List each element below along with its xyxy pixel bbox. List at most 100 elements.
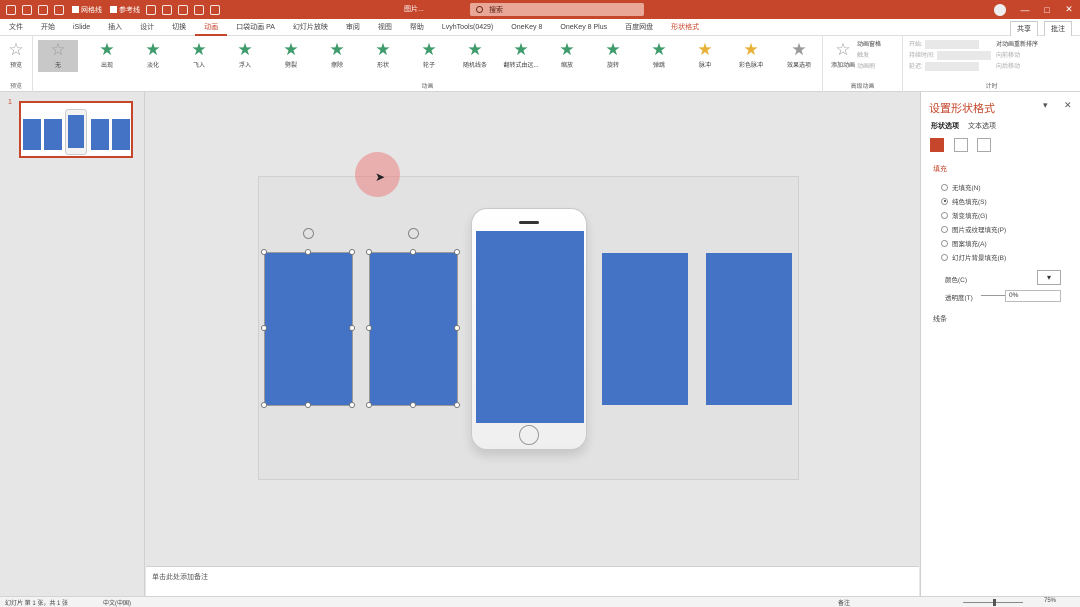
- animation-color-pulse[interactable]: ★ 彩色脉冲: [731, 40, 771, 69]
- rotate-handle-icon[interactable]: [408, 228, 419, 239]
- resize-handle[interactable]: [366, 249, 372, 255]
- tab-text-options[interactable]: 文本选项: [968, 121, 996, 131]
- duration-field[interactable]: 持续时间:: [909, 51, 991, 62]
- animation-fade[interactable]: ★ 淡化: [133, 40, 173, 69]
- animation-split[interactable]: ★ 劈裂: [271, 40, 311, 69]
- tab-view[interactable]: 视图: [369, 19, 401, 36]
- slide-canvas[interactable]: [258, 176, 799, 480]
- tab-onekey-plus[interactable]: OneKey 8 Plus: [551, 19, 616, 36]
- crop-icon[interactable]: [194, 4, 204, 15]
- zoom-slider-thumb[interactable]: [993, 599, 996, 606]
- language-indicator[interactable]: 中文(中国): [103, 598, 131, 607]
- avatar[interactable]: [994, 3, 1006, 16]
- animation-random-bars[interactable]: ★ 随机线条: [455, 40, 495, 69]
- redo-icon[interactable]: [54, 4, 64, 15]
- resize-handle[interactable]: [410, 402, 416, 408]
- resize-handle[interactable]: [305, 249, 311, 255]
- transparency-slider[interactable]: [981, 295, 1005, 296]
- animation-wheel[interactable]: ★ 轮子: [409, 40, 449, 69]
- rectangle-shape-4[interactable]: [706, 253, 792, 405]
- tab-home[interactable]: 开始: [32, 19, 64, 36]
- notes-area[interactable]: 单击此处添加备注: [146, 566, 919, 596]
- gradient-fill-radio[interactable]: 渐变填充(G): [941, 210, 987, 220]
- slide-thumbnail[interactable]: [19, 101, 133, 158]
- share-button[interactable]: 共享: [1010, 21, 1038, 37]
- animation-float-in[interactable]: ★ 浮入: [225, 40, 265, 69]
- close-icon[interactable]: ✕: [1064, 100, 1072, 111]
- resize-handle[interactable]: [261, 249, 267, 255]
- rotate-handle-icon[interactable]: [303, 228, 314, 239]
- move-later-button[interactable]: 向后移动: [996, 62, 1038, 73]
- customize-icon[interactable]: [210, 4, 220, 15]
- align-icon[interactable]: [146, 4, 156, 15]
- tab-review[interactable]: 审阅: [337, 19, 369, 36]
- fill-color-button[interactable]: ▾: [1037, 270, 1061, 285]
- resize-handle[interactable]: [349, 325, 355, 331]
- resize-handle[interactable]: [261, 325, 267, 331]
- tab-onekey[interactable]: OneKey 8: [502, 19, 551, 36]
- picture-fill-radio[interactable]: 图片或纹理填充(P): [941, 224, 1006, 234]
- tab-lvyhtools[interactable]: LvyhTools(0429): [433, 19, 502, 36]
- animation-painter-button[interactable]: 动画刷: [857, 62, 881, 73]
- maximize-button[interactable]: □: [1036, 5, 1058, 15]
- resize-handle[interactable]: [410, 249, 416, 255]
- fill-section-header[interactable]: 填充: [933, 164, 947, 174]
- delay-field[interactable]: 延迟:: [909, 62, 991, 73]
- save-icon[interactable]: [22, 4, 32, 15]
- close-button[interactable]: ✕: [1058, 4, 1080, 15]
- tab-shape-format[interactable]: 形状格式: [662, 19, 708, 36]
- guides-checkbox[interactable]: 参考线: [110, 5, 140, 15]
- rectangle-shape-3[interactable]: [602, 253, 688, 405]
- animation-shape[interactable]: ★ 形状: [363, 40, 403, 69]
- animation-none[interactable]: ☆ 无: [38, 40, 78, 72]
- minimize-button[interactable]: —: [1014, 5, 1036, 15]
- search-input[interactable]: 搜索: [470, 3, 644, 16]
- chevron-down-icon[interactable]: ▾: [1043, 100, 1048, 111]
- animation-grow-turn[interactable]: ★ 翻转式由远...: [501, 40, 541, 69]
- tab-help[interactable]: 帮助: [401, 19, 433, 36]
- no-fill-radio[interactable]: 无填充(N): [941, 182, 981, 192]
- size-properties-icon[interactable]: [977, 138, 991, 152]
- resize-handle[interactable]: [366, 402, 372, 408]
- animation-bounce[interactable]: ★ 弹跳: [639, 40, 679, 69]
- resize-handle[interactable]: [305, 402, 311, 408]
- tab-file[interactable]: 文件: [0, 19, 32, 36]
- tab-islide[interactable]: iSlide: [64, 19, 99, 36]
- solid-fill-radio[interactable]: 纯色填充(S): [941, 196, 987, 206]
- animation-swivel[interactable]: ★ 旋转: [593, 40, 633, 69]
- effect-options-button[interactable]: ★ 效果选项: [779, 40, 819, 69]
- resize-handle[interactable]: [454, 325, 460, 331]
- animation-wipe[interactable]: ★ 擦除: [317, 40, 357, 69]
- gridlines-checkbox[interactable]: 网格线: [72, 5, 102, 15]
- phone-screen[interactable]: [476, 231, 584, 423]
- background-fill-radio[interactable]: 幻灯片背景填充(B): [941, 252, 1006, 262]
- distribute-icon[interactable]: [162, 4, 172, 15]
- move-earlier-button[interactable]: 向前移动: [996, 51, 1038, 62]
- tab-baidu-netdisk[interactable]: 百度网盘: [616, 19, 662, 36]
- notes-button[interactable]: 备注: [838, 598, 850, 607]
- tab-slideshow[interactable]: 幻灯片放映: [284, 19, 337, 36]
- tab-pocket-animation[interactable]: 口袋动画 PA: [227, 19, 284, 36]
- zoom-level[interactable]: 75%: [1044, 598, 1056, 604]
- comments-button[interactable]: 批注: [1044, 21, 1072, 37]
- animation-appear[interactable]: ★ 出现: [87, 40, 127, 69]
- rectangle-shape-2[interactable]: [370, 253, 457, 405]
- resize-handle[interactable]: [366, 325, 372, 331]
- trigger-button[interactable]: 触发: [857, 51, 881, 62]
- start-field[interactable]: 开始:: [909, 40, 991, 51]
- animation-pulse[interactable]: ★ 脉冲: [685, 40, 725, 69]
- tab-insert[interactable]: 插入: [99, 19, 131, 36]
- resize-handle[interactable]: [261, 402, 267, 408]
- animation-pane-button[interactable]: 动画窗格: [857, 40, 881, 51]
- effects-icon[interactable]: [954, 138, 968, 152]
- tab-design[interactable]: 设计: [131, 19, 163, 36]
- tab-transitions[interactable]: 切换: [163, 19, 195, 36]
- fill-line-icon[interactable]: [930, 138, 944, 152]
- line-section-header[interactable]: 线条: [933, 314, 947, 324]
- resize-handle[interactable]: [454, 402, 460, 408]
- resize-handle[interactable]: [454, 249, 460, 255]
- transparency-input[interactable]: 0%: [1005, 290, 1061, 302]
- autosave-icon[interactable]: [6, 4, 16, 15]
- tab-animations[interactable]: 动画: [195, 19, 228, 36]
- tab-shape-options[interactable]: 形状选项: [931, 121, 959, 131]
